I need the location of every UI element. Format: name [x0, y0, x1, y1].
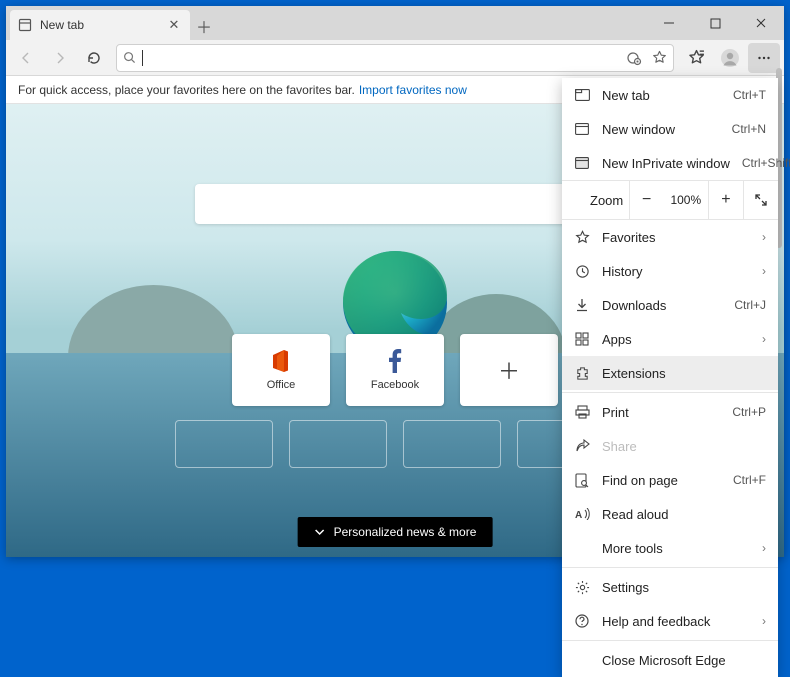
news-expand-button[interactable]: Personalized news & more	[298, 517, 493, 547]
refresh-button[interactable]	[78, 43, 110, 73]
download-icon	[574, 297, 590, 313]
chevron-right-icon: ›	[762, 614, 766, 628]
quick-link-office[interactable]: Office	[232, 334, 330, 406]
search-icon	[123, 51, 136, 64]
ntp-search-box[interactable]	[195, 184, 595, 224]
menu-print[interactable]: Print Ctrl+P	[562, 395, 778, 429]
tab-title: New tab	[40, 18, 166, 32]
menu-close-edge[interactable]: Close Microsoft Edge	[562, 643, 778, 677]
quick-link-placeholder	[289, 420, 387, 468]
zoom-in-button[interactable]: +	[708, 181, 743, 219]
address-bar[interactable]	[116, 44, 674, 72]
menu-favorites[interactable]: Favorites ›	[562, 220, 778, 254]
quick-link-placeholders	[175, 420, 615, 468]
menu-apps[interactable]: Apps ›	[562, 322, 778, 356]
quick-links: Office Facebook ＋	[232, 334, 558, 406]
zoom-value: 100%	[664, 193, 708, 207]
zoom-out-button[interactable]: −	[629, 181, 664, 219]
text-cursor	[142, 50, 143, 66]
menu-help[interactable]: Help and feedback ›	[562, 604, 778, 638]
forward-button[interactable]	[44, 43, 76, 73]
window-controls	[646, 6, 784, 40]
new-tab-button[interactable]: ＋	[190, 12, 218, 40]
tracking-prevention-icon[interactable]	[626, 50, 642, 66]
favorites-bar-text: For quick access, place your favorites h…	[18, 83, 355, 97]
zoom-label: Zoom	[562, 193, 629, 208]
plus-icon: ＋	[497, 358, 521, 382]
read-aloud-icon: A	[574, 506, 590, 522]
tile-label: Office	[267, 379, 296, 391]
menu-new-inprivate[interactable]: New InPrivate window Ctrl+Shift+N	[562, 146, 778, 180]
minimize-button[interactable]	[646, 6, 692, 40]
menu-history[interactable]: History ›	[562, 254, 778, 288]
chevron-right-icon: ›	[762, 541, 766, 555]
menu-new-window[interactable]: New window Ctrl+N	[562, 112, 778, 146]
quick-link-facebook[interactable]: Facebook	[346, 334, 444, 406]
menu-find[interactable]: Find on page Ctrl+F	[562, 463, 778, 497]
menu-downloads[interactable]: Downloads Ctrl+J	[562, 288, 778, 322]
extensions-icon	[574, 365, 590, 381]
back-button[interactable]	[10, 43, 42, 73]
help-icon	[574, 613, 590, 629]
apps-icon	[574, 331, 590, 347]
star-icon	[574, 229, 590, 245]
active-tab[interactable]: New tab ✕	[10, 10, 190, 40]
quick-link-placeholder	[403, 420, 501, 468]
chevron-right-icon: ›	[762, 264, 766, 278]
print-icon	[574, 404, 590, 420]
news-label: Personalized news & more	[334, 525, 477, 539]
menu-separator	[562, 640, 778, 641]
page-icon	[18, 18, 32, 32]
add-quick-link-button[interactable]: ＋	[460, 334, 558, 406]
quick-link-placeholder	[175, 420, 273, 468]
menu-separator	[562, 567, 778, 568]
toolbar	[6, 40, 784, 76]
office-icon	[269, 349, 293, 373]
share-icon	[574, 438, 590, 454]
menu-settings[interactable]: Settings	[562, 570, 778, 604]
maximize-button[interactable]	[692, 6, 738, 40]
inprivate-icon	[574, 155, 590, 171]
tile-label: Facebook	[371, 379, 419, 391]
menu-extensions[interactable]: Extensions	[562, 356, 778, 390]
find-icon	[574, 472, 590, 488]
fullscreen-button[interactable]	[743, 181, 778, 219]
chevron-right-icon: ›	[762, 332, 766, 346]
menu-zoom: Zoom − 100% +	[562, 180, 778, 220]
menu-more-tools[interactable]: More tools ›	[562, 531, 778, 565]
menu-share: Share	[562, 429, 778, 463]
history-icon	[574, 263, 590, 279]
tab-close-icon[interactable]: ✕	[166, 17, 182, 33]
import-favorites-link[interactable]: Import favorites now	[359, 83, 467, 97]
gear-icon	[574, 579, 590, 595]
chevron-right-icon: ›	[762, 230, 766, 244]
favorite-star-icon[interactable]	[652, 50, 667, 66]
profile-button[interactable]	[714, 43, 746, 73]
chevron-down-icon	[314, 526, 326, 538]
menu-separator	[562, 392, 778, 393]
titlebar: New tab ✕ ＋	[6, 6, 784, 40]
browser-window: New tab ✕ ＋	[6, 6, 784, 557]
window-icon	[574, 121, 590, 137]
menu-new-tab[interactable]: New tab Ctrl+T	[562, 78, 778, 112]
menu-read-aloud[interactable]: A Read aloud	[562, 497, 778, 531]
facebook-icon	[383, 349, 407, 373]
svg-text:A: A	[575, 510, 582, 520]
settings-menu: New tab Ctrl+T New window Ctrl+N New InP…	[562, 78, 778, 677]
favorites-button[interactable]	[680, 43, 712, 73]
new-tab-icon	[574, 87, 590, 103]
